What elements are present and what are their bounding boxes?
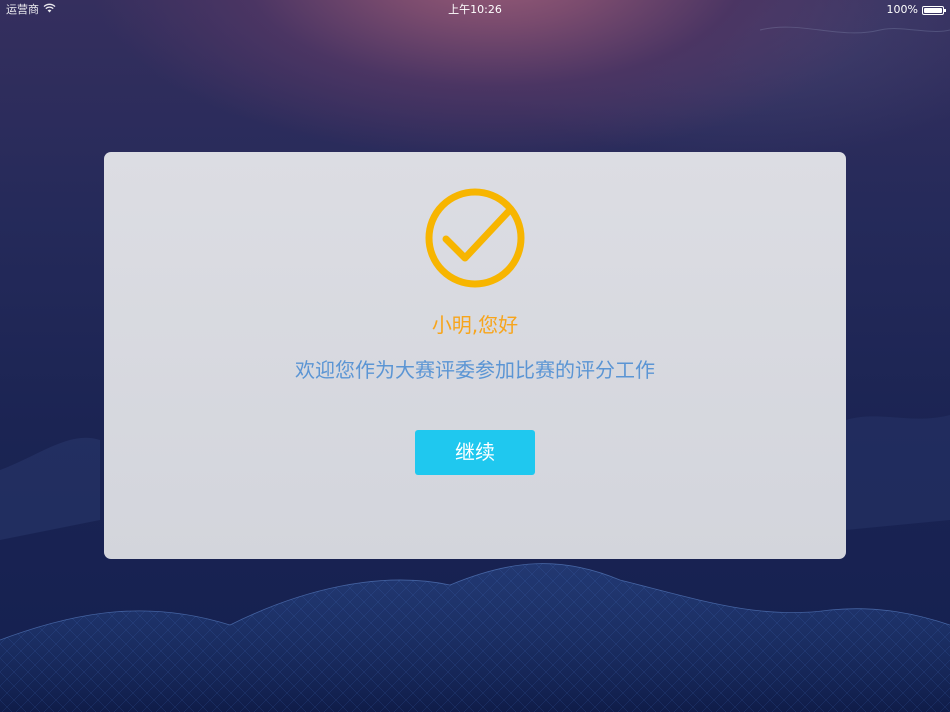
status-right: 100%	[886, 0, 946, 20]
welcome-message: 欢迎您作为大赛评委参加比赛的评分工作	[295, 358, 655, 382]
battery-percent: 100%	[886, 3, 918, 16]
checkmark-circle-icon	[425, 188, 525, 288]
battery-level	[924, 7, 942, 13]
welcome-dialog: 小明,您好 欢迎您作为大赛评委参加比赛的评分工作 继续	[104, 152, 846, 559]
battery-icon	[922, 5, 946, 15]
status-time: 上午10:26	[448, 3, 502, 16]
status-bar: 运营商 上午10:26 100%	[0, 0, 950, 20]
continue-button[interactable]: 继续	[415, 430, 535, 475]
greeting-text: 小明,您好	[431, 313, 519, 337]
